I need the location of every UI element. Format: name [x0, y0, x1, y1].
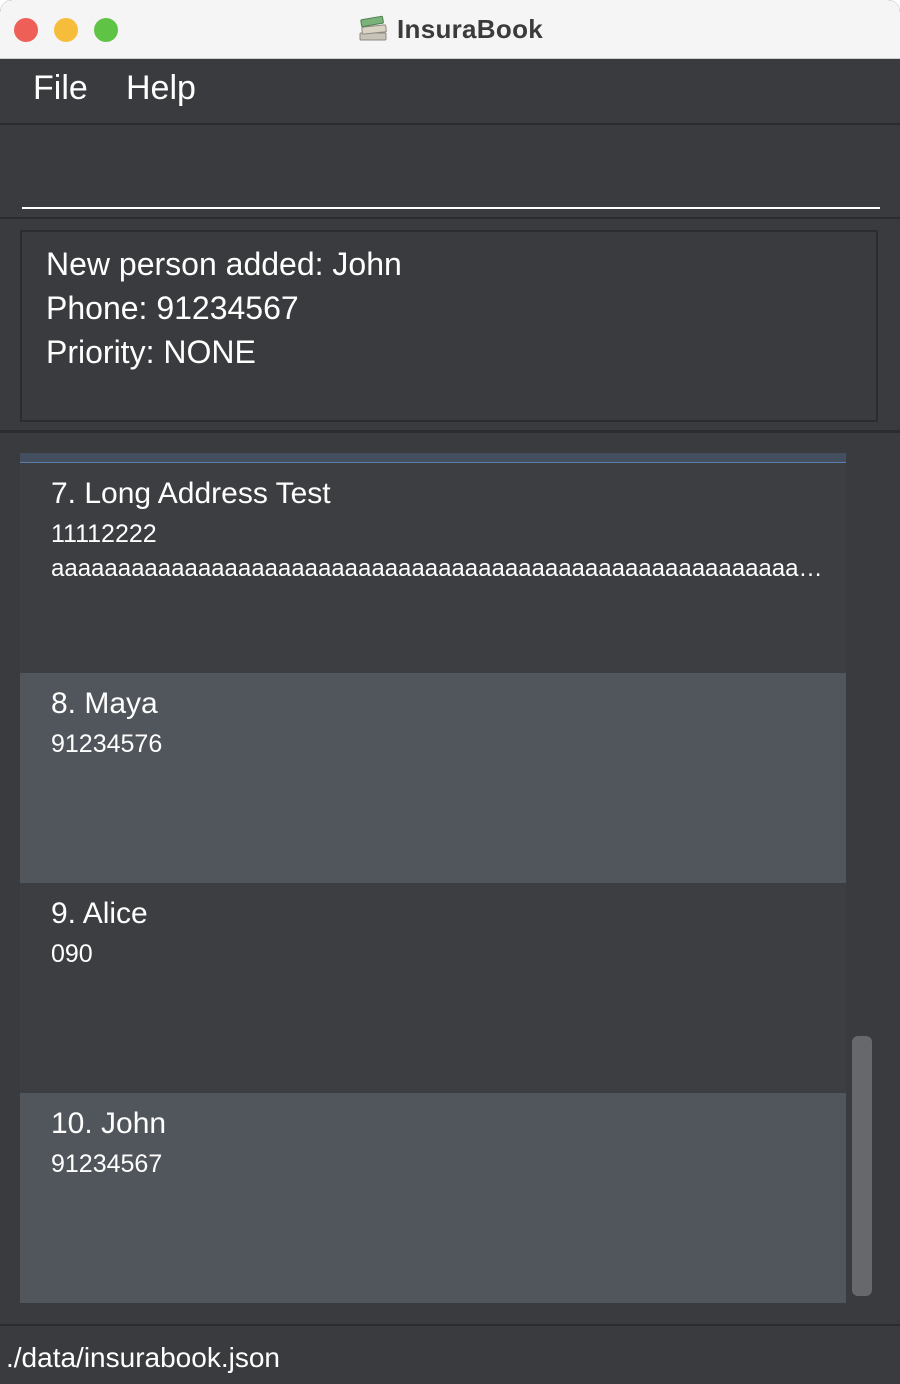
person-name: 8. Maya — [51, 687, 158, 720]
title-bar: InsuraBook — [0, 0, 900, 59]
menu-bar: File Help — [0, 59, 900, 125]
person-list[interactable]: 7. Long Address Test 11112222 aaaaaaaaaa… — [0, 433, 900, 1323]
person-card[interactable]: 8. Maya 91234576 — [20, 673, 846, 883]
command-box — [0, 125, 900, 219]
person-name: 10. John — [51, 1107, 167, 1140]
person-card[interactable]: 10. John 91234567 — [20, 1093, 846, 1303]
person-phone: 090 — [51, 940, 93, 968]
menu-help[interactable]: Help — [126, 69, 196, 108]
person-name: 9. Alice — [51, 897, 148, 930]
status-bar: ./data/insurabook.json — [0, 1324, 900, 1384]
result-display: New person added: John Phone: 91234567 P… — [20, 230, 878, 422]
person-phone: 91234576 — [51, 730, 163, 758]
books-icon — [359, 15, 387, 41]
save-file-path: ./data/insurabook.json — [6, 1342, 280, 1373]
person-name: 7. Long Address Test — [51, 477, 331, 510]
result-line-2: Phone: 91234567 — [46, 290, 299, 326]
window-title-group: InsuraBook — [0, 0, 900, 58]
command-input[interactable] — [22, 145, 880, 209]
scrollbar-thumb[interactable] — [852, 1036, 872, 1296]
app-window: InsuraBook File Help New person added: J… — [0, 0, 900, 1384]
person-address: aaaaaaaaaaaaaaaaaaaaaaaaaaaaaaaaaaaaaaaa… — [51, 555, 831, 582]
menu-file[interactable]: File — [33, 69, 88, 108]
result-line-1: New person added: John — [46, 246, 402, 282]
result-line-3: Priority: NONE — [46, 334, 256, 370]
person-card[interactable]: 7. Long Address Test 11112222 aaaaaaaaaa… — [20, 463, 846, 673]
person-card[interactable]: 9. Alice 090 — [20, 883, 846, 1093]
person-phone: 11112222 — [51, 520, 157, 548]
person-phone: 91234567 — [51, 1150, 163, 1178]
window-title: InsuraBook — [396, 13, 544, 44]
